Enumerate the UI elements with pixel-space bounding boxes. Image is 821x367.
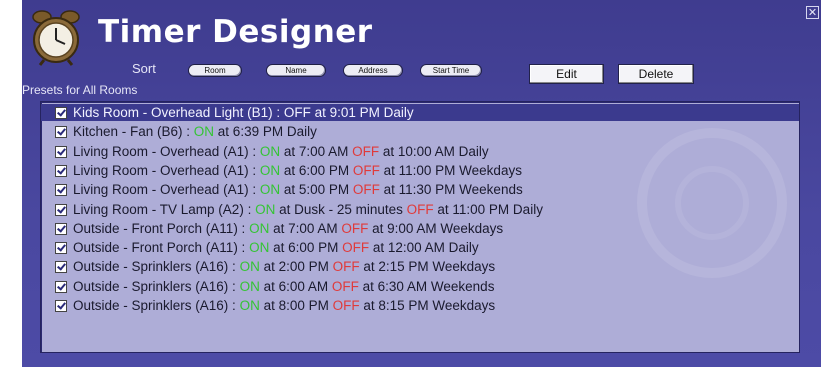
preset-checkbox[interactable] xyxy=(55,242,67,255)
edit-button[interactable]: Edit xyxy=(529,64,604,84)
preset-on: ON xyxy=(239,278,260,294)
preset-mid: at 6:39 PM Daily xyxy=(214,124,317,140)
preset-suffix: at 6:30 AM Weekends xyxy=(358,278,495,294)
preset-text: Living Room - TV Lamp (A2) : ON at Dusk … xyxy=(73,201,543,218)
preset-checkbox[interactable] xyxy=(55,261,67,274)
preset-on: ON xyxy=(239,298,260,313)
preset-checkbox[interactable] xyxy=(55,300,67,312)
close-icon[interactable]: ✕ xyxy=(806,6,819,19)
sort-name-button[interactable]: Name xyxy=(266,64,326,77)
sort-room-button[interactable]: Room xyxy=(188,64,242,77)
presets-list[interactable]: Kids Room - Overhead Light (B1) : OFF at… xyxy=(40,101,800,353)
preset-on: ON xyxy=(259,182,281,198)
preset-suffix: at 11:00 PM Daily xyxy=(433,201,543,217)
preset-mid: at 6:00 PM xyxy=(269,240,343,256)
preset-off: OFF xyxy=(283,105,311,120)
preset-off: OFF xyxy=(332,259,360,275)
preset-suffix: at 9:00 AM Weekdays xyxy=(368,220,504,236)
list-item[interactable]: Living Room - Overhead (A1) : ON at 7:00… xyxy=(41,143,799,160)
preset-checkbox[interactable] xyxy=(55,222,67,235)
preset-mid: at 5:00 PM xyxy=(280,182,353,198)
preset-on: ON xyxy=(193,124,215,140)
preset-off: OFF xyxy=(341,220,369,236)
preset-checkbox[interactable] xyxy=(55,126,67,139)
preset-mid: at 2:00 PM xyxy=(259,259,333,275)
list-item[interactable]: Outside - Front Porch (A11) : ON at 6:00… xyxy=(41,239,799,256)
list-item[interactable]: Living Room - Overhead (A1) : ON at 6:00… xyxy=(41,162,799,179)
preset-prefix: Outside - Sprinklers (A16) : xyxy=(73,259,240,275)
preset-text: Living Room - Overhead (A1) : ON at 5:00… xyxy=(73,181,523,198)
presets-heading: Presets for All Rooms xyxy=(22,83,138,97)
preset-text: Kitchen - Fan (B6) : ON at 6:39 PM Daily xyxy=(73,123,317,140)
preset-suffix: at 8:15 PM Weekdays xyxy=(359,298,496,313)
preset-prefix: Living Room - Overhead (A1) : xyxy=(73,143,260,159)
preset-off: OFF xyxy=(406,201,434,217)
list-item[interactable]: Kids Room - Overhead Light (B1) : OFF at… xyxy=(41,104,799,121)
preset-prefix: Outside - Front Porch (A11) : xyxy=(73,240,250,256)
list-item[interactable]: Outside - Front Porch (A11) : ON at 7:00… xyxy=(41,220,799,237)
preset-checkbox[interactable] xyxy=(55,280,67,293)
preset-checkbox[interactable] xyxy=(55,203,67,216)
preset-prefix: Kitchen - Fan (B6) : xyxy=(73,124,194,140)
preset-mid: at 8:00 PM xyxy=(259,298,333,313)
preset-checkbox[interactable] xyxy=(55,107,67,119)
preset-prefix: Living Room - Overhead (A1) : xyxy=(73,182,260,198)
list-item[interactable]: Kitchen - Fan (B6) : ON at 6:39 PM Daily xyxy=(41,123,799,140)
preset-suffix: at 11:00 PM Weekdays xyxy=(379,162,522,178)
preset-text: Outside - Sprinklers (A16) : ON at 8:00 … xyxy=(73,297,495,314)
preset-mid: at 7:00 AM xyxy=(280,143,353,159)
preset-prefix: Living Room - TV Lamp (A2) : xyxy=(73,201,256,217)
preset-text: Outside - Sprinklers (A16) : ON at 2:00 … xyxy=(73,258,495,275)
preset-prefix: Kids Room - Overhead Light (B1) : xyxy=(73,105,284,120)
preset-suffix: at 2:15 PM Weekdays xyxy=(359,259,496,275)
sort-address-button[interactable]: Address xyxy=(343,64,403,77)
list-item[interactable]: Outside - Sprinklers (A16) : ON at 8:00 … xyxy=(41,297,799,314)
app-title: Timer Designer xyxy=(98,14,373,50)
list-item[interactable]: Living Room - TV Lamp (A2) : ON at Dusk … xyxy=(41,201,799,218)
preset-mid: at 7:00 AM xyxy=(269,220,342,236)
preset-off: OFF xyxy=(352,143,380,159)
preset-mid: at Dusk - 25 minutes xyxy=(275,201,407,217)
preset-suffix: at 11:30 PM Weekends xyxy=(379,182,523,198)
sort-label: Sort xyxy=(132,61,156,76)
list-item[interactable]: Outside - Sprinklers (A16) : ON at 2:00 … xyxy=(41,258,799,275)
preset-on: ON xyxy=(249,220,270,236)
preset-on: ON xyxy=(259,162,281,178)
preset-text: Kids Room - Overhead Light (B1) : OFF at… xyxy=(73,104,414,121)
preset-prefix: Outside - Sprinklers (A16) : xyxy=(73,278,240,294)
preset-suffix: at 12:00 AM Daily xyxy=(369,240,479,256)
delete-button[interactable]: Delete xyxy=(618,64,694,84)
preset-checkbox[interactable] xyxy=(55,164,67,177)
list-item[interactable]: Living Room - Overhead (A1) : ON at 5:00… xyxy=(41,181,799,198)
timer-designer-window: ✕ Timer Designer Sort Room Name Address … xyxy=(22,0,821,367)
preset-off: OFF xyxy=(352,162,380,178)
preset-on: ON xyxy=(249,240,270,256)
preset-off: OFF xyxy=(331,278,359,294)
sort-start-time-button[interactable]: Start Time xyxy=(420,64,482,77)
preset-suffix: at 9:01 PM Daily xyxy=(310,105,414,120)
preset-text: Living Room - Overhead (A1) : ON at 7:00… xyxy=(73,143,489,160)
preset-prefix: Outside - Sprinklers (A16) : xyxy=(73,298,240,313)
preset-off: OFF xyxy=(332,298,360,313)
preset-mid: at 6:00 AM xyxy=(259,278,332,294)
preset-mid: at 6:00 PM xyxy=(280,162,353,178)
preset-prefix: Outside - Front Porch (A11) : xyxy=(73,220,250,236)
preset-checkbox[interactable] xyxy=(55,184,67,197)
preset-checkbox[interactable] xyxy=(55,145,67,158)
list-item[interactable]: Outside - Sprinklers (A16) : ON at 6:00 … xyxy=(41,278,799,295)
preset-text: Living Room - Overhead (A1) : ON at 6:00… xyxy=(73,162,522,179)
preset-suffix: at 10:00 AM Daily xyxy=(379,143,489,159)
alarm-clock-icon xyxy=(32,10,80,66)
preset-text: Outside - Front Porch (A11) : ON at 7:00… xyxy=(73,220,503,237)
preset-text: Outside - Sprinklers (A16) : ON at 6:00 … xyxy=(73,278,494,295)
preset-on: ON xyxy=(259,143,281,159)
preset-off: OFF xyxy=(342,240,370,256)
preset-on: ON xyxy=(255,201,276,217)
preset-on: ON xyxy=(239,259,260,275)
preset-off: OFF xyxy=(352,182,380,198)
preset-prefix: Living Room - Overhead (A1) : xyxy=(73,162,260,178)
preset-text: Outside - Front Porch (A11) : ON at 6:00… xyxy=(73,239,479,256)
